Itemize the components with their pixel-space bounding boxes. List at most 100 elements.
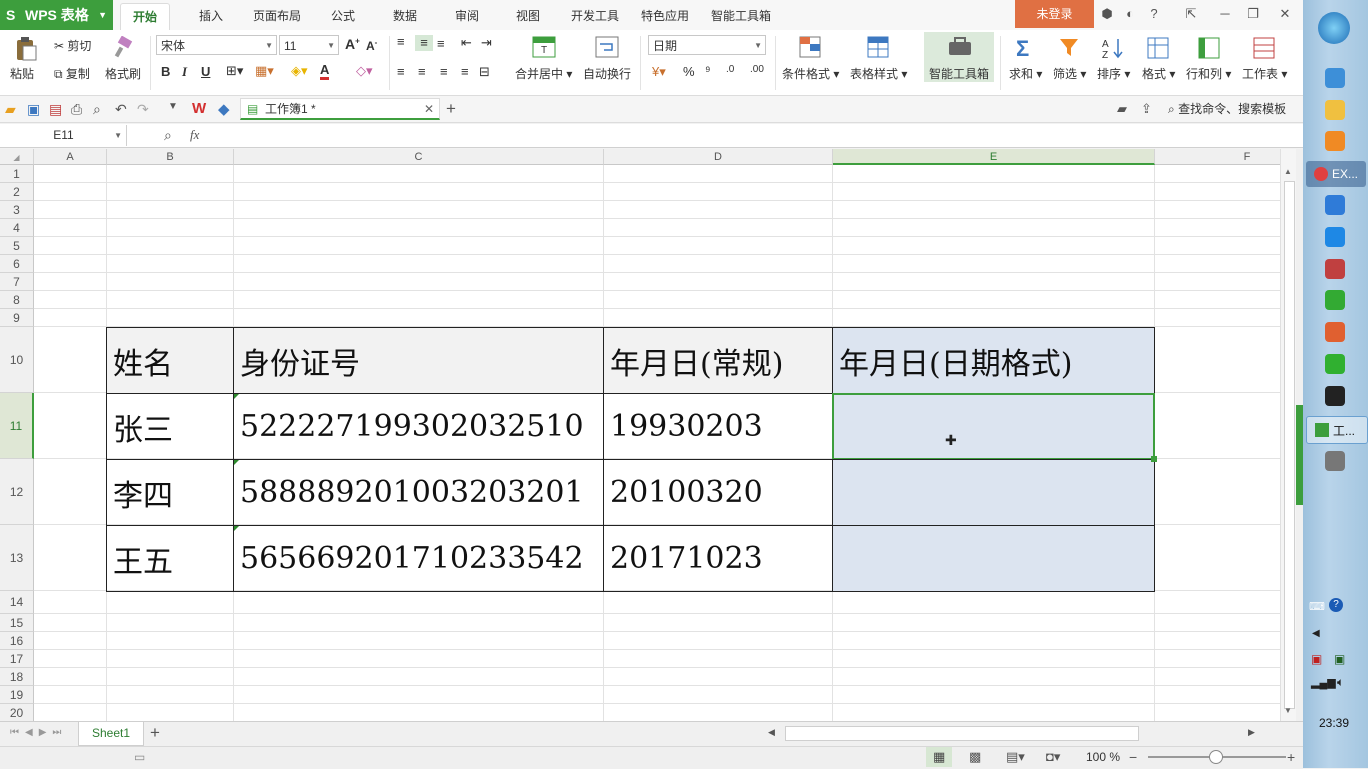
wrap-text-icon[interactable] xyxy=(595,36,619,58)
tab-smart-toolbox[interactable]: 智能工具箱 xyxy=(699,3,783,30)
format-painter-button[interactable]: 格式刷 xyxy=(105,65,141,82)
print-preview-icon[interactable]: ⌕ xyxy=(93,101,109,117)
row-header[interactable]: 8 xyxy=(0,291,34,309)
export-pdf-icon[interactable]: ▤ xyxy=(49,101,65,117)
column-header[interactable]: F xyxy=(1155,149,1280,165)
taskbar-task-excel[interactable]: EX... xyxy=(1306,161,1366,187)
side-pane-toggle[interactable] xyxy=(1296,405,1303,505)
smart-toolbox-button[interactable]: 智能工具箱 xyxy=(924,32,994,82)
format-icon[interactable] xyxy=(1146,36,1170,60)
row-header[interactable]: 16 xyxy=(0,632,34,650)
upload-icon[interactable]: ⇪ xyxy=(1141,101,1157,117)
row-header[interactable]: 9 xyxy=(0,309,34,327)
close-icon[interactable]: ✕ xyxy=(1277,6,1293,22)
decrease-indent-icon[interactable]: ⇤ xyxy=(461,35,472,51)
table-style-button[interactable]: 表格样式 ▾ xyxy=(850,65,907,82)
active-cell[interactable] xyxy=(832,393,1155,460)
tab-developer[interactable]: 开发工具 xyxy=(559,3,631,30)
cell-style-icon[interactable]: ▦▾ xyxy=(255,63,274,79)
skin-icon[interactable]: ⬢ xyxy=(1099,6,1115,22)
increase-decimal-icon[interactable]: .0 xyxy=(726,64,734,75)
row-header[interactable]: 13 xyxy=(0,525,34,591)
row-header[interactable]: 10 xyxy=(0,327,34,393)
horizontal-scrollbar-thumb[interactable] xyxy=(785,726,1139,741)
row-header[interactable]: 20 xyxy=(0,704,34,721)
worksheet-icon[interactable] xyxy=(1252,36,1276,60)
add-sheet-icon[interactable]: + xyxy=(150,723,160,743)
taskbar-task-wps[interactable]: 工... xyxy=(1306,416,1368,444)
tab-review[interactable]: 审阅 xyxy=(443,3,491,30)
font-name-select[interactable]: 宋体 ▼ xyxy=(156,35,277,55)
zoom-level[interactable]: 100 % xyxy=(1086,750,1120,764)
spreadsheet-grid[interactable]: ◢ A B C D E F 1 2 3 4 5 6 7 8 9 10 11 12… xyxy=(0,149,1280,721)
column-header[interactable]: A xyxy=(34,149,107,165)
align-bottom-icon[interactable]: ≡ xyxy=(437,36,445,51)
table-cell[interactable]: 565669201710233542 xyxy=(233,525,604,592)
row-header[interactable]: 11 xyxy=(0,393,34,459)
table-cell[interactable]: 522227199302032510 xyxy=(233,393,604,460)
row-header[interactable]: 14 xyxy=(0,591,34,614)
scroll-left-icon[interactable]: ◀ xyxy=(768,727,775,738)
tab-insert[interactable]: 插入 xyxy=(187,3,235,30)
wps-w-icon[interactable]: W xyxy=(192,100,208,117)
underline-icon[interactable]: U xyxy=(201,64,210,79)
tab-formulas[interactable]: 公式 xyxy=(319,3,367,30)
undo-icon[interactable]: ↶ xyxy=(115,101,131,117)
sort-button[interactable]: 排序 ▾ xyxy=(1097,65,1130,82)
close-tab-icon[interactable]: ✕ xyxy=(424,99,434,119)
row-header[interactable]: 3 xyxy=(0,201,34,219)
formula-input[interactable] xyxy=(225,125,1295,146)
row-header[interactable]: 15 xyxy=(0,614,34,632)
borders-icon[interactable]: ⊞▾ xyxy=(226,63,243,79)
table-cell[interactable]: 19930203 xyxy=(603,393,833,460)
restore-ribbon-icon[interactable]: ⇱ xyxy=(1183,6,1199,22)
name-box[interactable]: E11 ▼ xyxy=(1,125,127,146)
sort-icon[interactable]: AZ xyxy=(1101,36,1125,61)
keyboard-icon[interactable]: ⌨ xyxy=(1309,600,1325,613)
copy-button[interactable]: ⧉ 复制 xyxy=(54,65,90,82)
row-header[interactable]: 17 xyxy=(0,650,34,668)
table-header-cell[interactable]: 姓名 xyxy=(106,327,234,394)
thousands-icon[interactable]: ⁹ xyxy=(705,63,711,78)
zoom-slider-thumb[interactable] xyxy=(1209,750,1223,764)
table-cell[interactable]: 李四 xyxy=(106,459,234,526)
row-header[interactable]: 18 xyxy=(0,668,34,686)
clear-format-icon[interactable]: ◇▾ xyxy=(356,63,373,79)
sum-icon[interactable]: Σ xyxy=(1016,36,1029,62)
table-header-cell[interactable]: 年月日(日期格式) xyxy=(832,327,1155,394)
weibo-icon[interactable] xyxy=(1325,322,1345,342)
row-header[interactable]: 4 xyxy=(0,219,34,237)
table-cell[interactable] xyxy=(832,459,1155,526)
folder-icon[interactable] xyxy=(1325,100,1345,120)
new-tab-icon[interactable]: + xyxy=(446,99,462,118)
wechat-icon[interactable] xyxy=(1325,354,1345,374)
table-cell[interactable] xyxy=(832,525,1155,592)
column-header[interactable]: E xyxy=(833,149,1155,165)
show-hidden-icons[interactable]: ◀ xyxy=(1312,628,1320,639)
tab-home[interactable]: 开始 xyxy=(120,3,171,31)
tab-data[interactable]: 数据 xyxy=(381,3,429,30)
conditional-format-button[interactable]: 条件格式 ▾ xyxy=(782,65,839,82)
fill-color-icon[interactable]: ◈▾ xyxy=(291,63,308,79)
table-cell[interactable]: 20100320 xyxy=(603,459,833,526)
wps-office-icon[interactable] xyxy=(1325,259,1345,279)
row-header[interactable]: 7 xyxy=(0,273,34,291)
row-header[interactable]: 5 xyxy=(0,237,34,255)
merge-center-icon[interactable]: T xyxy=(532,36,556,58)
paste-button[interactable]: 粘贴 xyxy=(10,65,34,82)
start-orb-icon[interactable] xyxy=(1318,12,1350,44)
feedback-icon[interactable]: ◐ xyxy=(1122,6,1138,22)
row-header[interactable]: 12 xyxy=(0,459,34,525)
worksheet-button[interactable]: 工作表 ▾ xyxy=(1242,65,1287,82)
percent-icon[interactable]: % xyxy=(683,64,695,79)
scroll-down-icon[interactable]: ▼ xyxy=(1284,706,1292,715)
tray-app-icon[interactable]: ▣ xyxy=(1334,652,1345,666)
filter-button[interactable]: 筛选 ▾ xyxy=(1053,65,1086,82)
shrink-font-icon[interactable]: A- xyxy=(366,38,377,53)
network-icon[interactable]: ▂▄▆ xyxy=(1311,676,1336,689)
save-icon[interactable]: ▣ xyxy=(27,101,43,117)
format-button[interactable]: 格式 ▾ xyxy=(1142,65,1175,82)
tab-page-layout[interactable]: 页面布局 xyxy=(241,3,313,30)
app-menu-button[interactable]: S WPS 表格 ▼ xyxy=(0,0,113,30)
increase-indent-icon[interactable]: ⇥ xyxy=(481,35,492,51)
